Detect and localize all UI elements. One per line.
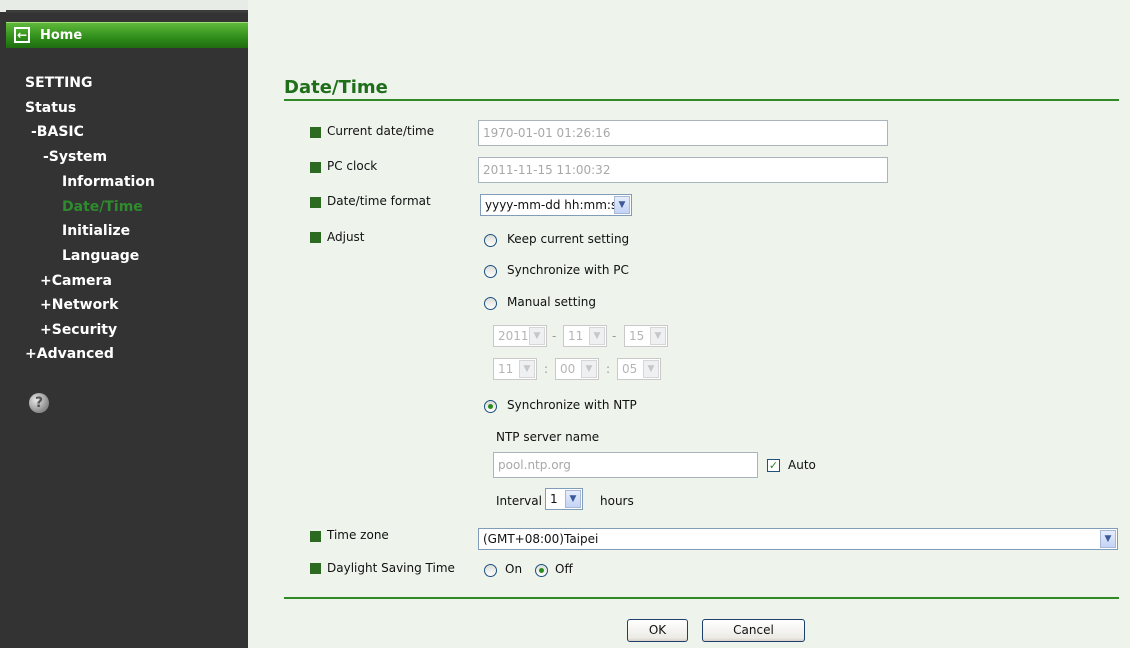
time-zone-select[interactable]: (GMT+08:00)Taipei ▼ <box>478 528 1118 550</box>
manual-day-value: 15 <box>629 329 645 343</box>
time-zone-label: Time zone <box>327 528 389 542</box>
ok-button[interactable]: OK <box>627 619 688 642</box>
radio-dst-on[interactable] <box>484 564 497 577</box>
nav-basic[interactable]: -BASIC <box>31 124 84 140</box>
date-separator: - <box>552 329 557 343</box>
nav-system[interactable]: -System <box>43 149 107 165</box>
chevron-down-icon: ▼ <box>519 360 535 378</box>
keep-current-label: Keep current setting <box>507 232 630 246</box>
nav-security[interactable]: +Security <box>40 322 117 338</box>
datetime-format-value: yyyy-mm-dd hh:mm:ss <box>485 198 624 212</box>
footer-divider <box>284 597 1119 599</box>
manual-minute-select[interactable]: 00 ▼ <box>555 358 599 380</box>
manual-hour-value: 11 <box>498 362 514 376</box>
cancel-button[interactable]: Cancel <box>702 619 805 642</box>
chevron-down-icon: ▼ <box>581 360 597 378</box>
manual-second-select[interactable]: 05 ▼ <box>617 358 661 380</box>
time-zone-value: (GMT+08:00)Taipei <box>483 532 599 546</box>
nav-initialize[interactable]: Initialize <box>62 223 130 239</box>
help-icon[interactable]: ? <box>29 393 49 413</box>
datetime-format-select[interactable]: yyyy-mm-dd hh:mm:ss ▼ <box>480 194 632 216</box>
nav-status[interactable]: Status <box>25 100 76 116</box>
current-datetime-field: 1970-01-01 01:26:16 <box>478 120 888 146</box>
chevron-down-icon: ▼ <box>589 327 605 345</box>
nav-language[interactable]: Language <box>62 248 139 264</box>
manual-year-select[interactable]: 2011 ▼ <box>493 325 547 347</box>
adjust-label: Adjust <box>327 230 365 244</box>
interval-label: Interval <box>496 494 542 508</box>
manual-minute-value: 00 <box>560 362 576 376</box>
chevron-down-icon: ▼ <box>529 327 545 345</box>
nav-information[interactable]: Information <box>62 174 155 190</box>
nav-camera[interactable]: +Camera <box>40 273 112 289</box>
manual-label: Manual setting <box>507 295 597 309</box>
sync-pc-label: Synchronize with PC <box>507 263 629 277</box>
nav-network[interactable]: +Network <box>40 297 118 313</box>
back-arrow-icon: ← <box>14 27 30 43</box>
sidebar-top-strip <box>0 0 248 13</box>
date-separator: - <box>612 329 617 343</box>
auto-label: Auto <box>788 458 816 472</box>
radio-sync-ntp[interactable] <box>484 400 497 413</box>
datetime-format-label: Date/time format <box>327 194 431 208</box>
row-bullet <box>310 197 321 208</box>
radio-sync-pc[interactable] <box>484 265 497 278</box>
row-bullet <box>310 162 321 173</box>
chevron-down-icon: ▼ <box>650 327 666 345</box>
nav-setting-heading: SETTING <box>25 75 93 91</box>
home-button[interactable]: ← Home <box>6 22 248 48</box>
dst-label: Daylight Saving Time <box>327 561 455 575</box>
manual-second-value: 05 <box>622 362 638 376</box>
chevron-down-icon: ▼ <box>1100 530 1116 548</box>
row-bullet <box>310 127 321 138</box>
dst-on-label: On <box>505 562 523 576</box>
pc-clock-label: PC clock <box>327 159 378 173</box>
interval-unit: hours <box>600 494 634 508</box>
row-bullet <box>310 563 321 574</box>
auto-checkbox[interactable]: ✓ <box>767 459 780 472</box>
row-bullet <box>310 232 321 243</box>
title-divider <box>284 99 1119 101</box>
nav-datetime[interactable]: Date/Time <box>62 199 143 215</box>
manual-month-select[interactable]: 11 ▼ <box>563 325 607 347</box>
home-label: Home <box>40 28 83 43</box>
row-bullet <box>310 531 321 542</box>
nav-advanced[interactable]: +Advanced <box>25 346 114 362</box>
chevron-down-icon: ▼ <box>643 360 659 378</box>
manual-month-value: 11 <box>568 329 584 343</box>
time-separator: : <box>544 362 549 376</box>
radio-dst-off[interactable] <box>535 564 548 577</box>
dst-off-label: Off <box>555 562 573 576</box>
ntp-server-input[interactable]: pool.ntp.org <box>493 452 758 478</box>
pc-clock-field: 2011-11-15 11:00:32 <box>478 157 888 183</box>
radio-manual[interactable] <box>484 297 497 310</box>
manual-hour-select[interactable]: 11 ▼ <box>493 358 537 380</box>
page-title: Date/Time <box>284 77 388 98</box>
chevron-down-icon: ▼ <box>614 196 630 214</box>
manual-year-value: 2011 <box>498 329 529 343</box>
interval-value: 1 <box>550 492 558 506</box>
radio-keep-current[interactable] <box>484 234 497 247</box>
interval-select[interactable]: 1 ▼ <box>545 488 583 510</box>
ntp-server-label: NTP server name <box>496 430 600 444</box>
manual-day-select[interactable]: 15 ▼ <box>624 325 668 347</box>
chevron-down-icon: ▼ <box>565 490 581 508</box>
time-separator: : <box>606 362 611 376</box>
sidebar <box>0 0 248 648</box>
sync-ntp-label: Synchronize with NTP <box>507 398 637 412</box>
current-datetime-label: Current date/time <box>327 124 435 138</box>
